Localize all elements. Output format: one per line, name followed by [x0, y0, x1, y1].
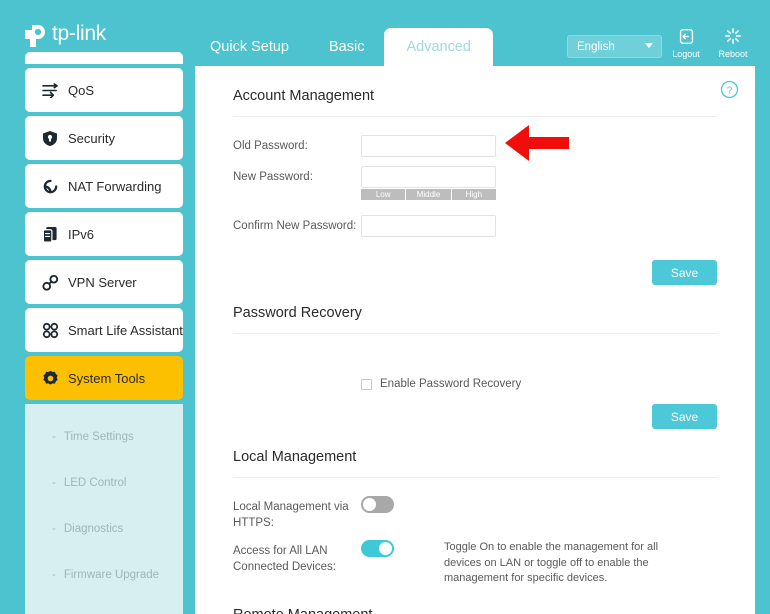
new-password-input[interactable]: [361, 166, 496, 188]
toggle-knob: [363, 498, 376, 511]
strength-middle: Middle: [406, 189, 452, 200]
svg-text:?: ?: [727, 85, 733, 96]
recovery-save-wrap: Save: [233, 390, 717, 449]
tplink-logo-text: tp-link: [52, 22, 106, 45]
smart-life-icon: [42, 322, 68, 339]
lan-access-label: Access for All LAN Connected Devices:: [233, 545, 336, 573]
sidebar-item-label: VPN Server: [68, 274, 137, 290]
section-divider: [233, 116, 717, 117]
account-management-section: Account Management Old Password: New Pas…: [233, 88, 717, 305]
main-nav: Quick Setup Basic Advanced: [190, 28, 493, 66]
tplink-logo-mark: [22, 21, 49, 48]
section-title: Account Management: [233, 88, 375, 104]
sidebar-subitem-label: Diagnostics: [63, 523, 124, 535]
section-title: Local Management: [233, 449, 357, 465]
sidebar-item-label: NAT Forwarding: [68, 178, 162, 194]
dash-marker: -: [52, 431, 56, 443]
lan-access-help-text: Toggle On to enable the management for a…: [444, 541, 659, 585]
confirm-password-label: Confirm New Password:: [233, 220, 357, 232]
tab-quick-setup[interactable]: Quick Setup: [190, 28, 309, 66]
tab-advanced[interactable]: Advanced: [384, 28, 493, 66]
section-divider: [233, 477, 717, 478]
lan-access-row: Access for All LAN Connected Devices: To…: [233, 540, 717, 587]
sidebar-item-label: System Tools: [68, 370, 146, 386]
password-strength-bar: Low Middle High: [361, 189, 496, 200]
sidebar-item-ipv6[interactable]: IPv6: [25, 212, 183, 256]
question-mark-icon[interactable]: ?: [720, 80, 739, 99]
shield-icon: [42, 130, 68, 147]
sidebar-item-label: Smart Life Assistant: [68, 322, 183, 338]
password-recovery-section: Password Recovery Enable Password Recove…: [233, 305, 717, 449]
sidebar-item-label: IPv6: [68, 226, 95, 242]
account-save-button[interactable]: Save: [652, 260, 717, 285]
sidebar: QoS Security NAT Forwarding IPv6 VPN Ser…: [0, 52, 195, 614]
reboot-label: Reboot: [718, 49, 748, 59]
sidebar-subitem-label: Firmware Upgrade: [63, 569, 160, 581]
old-password-input[interactable]: [361, 135, 496, 157]
tplink-logo: tp-link: [22, 19, 106, 49]
sidebar-subitem-led-control[interactable]: - LED Control: [25, 460, 183, 506]
https-toggle-row: Local Management via HTTPS:: [233, 496, 717, 531]
section-divider: [233, 333, 717, 334]
sidebar-subitem-diagnostics[interactable]: - Diagnostics: [25, 506, 183, 552]
sidebar-subitem-label: LED Control: [63, 477, 127, 489]
sidebar-submenu: - Time Settings - LED Control - Diagnost…: [25, 404, 183, 614]
sidebar-item-label: Security: [68, 130, 115, 146]
enable-password-recovery-checkbox[interactable]: [361, 378, 372, 390]
vpn-key-icon: [42, 274, 68, 291]
strength-low: Low: [361, 189, 407, 200]
lan-access-toggle[interactable]: [361, 540, 394, 558]
gear-icon: [42, 370, 68, 387]
sidebar-subitem-label: Time Settings: [63, 431, 134, 443]
strength-high: High: [451, 189, 496, 200]
https-label: Local Management via HTTPS:: [233, 501, 349, 529]
logout-label: Logout: [672, 49, 700, 59]
language-select[interactable]: English: [567, 35, 662, 58]
content-panel: ? Account Management Old Password: New P…: [195, 66, 755, 614]
account-save-wrap: Save: [233, 246, 717, 305]
enable-password-recovery-label: Enable Password Recovery: [380, 378, 522, 390]
sidebar-item-vpn-server[interactable]: VPN Server: [25, 260, 183, 304]
logout-icon: [665, 26, 707, 46]
enable-password-recovery-row: Enable Password Recovery: [233, 352, 717, 390]
logout-button[interactable]: Logout: [665, 26, 707, 59]
sidebar-item-label: QoS: [68, 82, 95, 98]
https-toggle[interactable]: [361, 496, 394, 513]
section-title: Remote Management: [233, 607, 717, 614]
qos-icon: [42, 82, 68, 98]
sidebar-item-nat-forwarding[interactable]: NAT Forwarding: [25, 164, 183, 208]
new-password-row: New Password: Low Middle High: [233, 166, 717, 206]
dash-marker: -: [52, 569, 56, 581]
confirm-password-row: Confirm New Password:: [233, 215, 717, 237]
section-title: Password Recovery: [233, 305, 362, 321]
old-password-label: Old Password:: [233, 140, 308, 152]
confirm-password-input[interactable]: [361, 215, 496, 237]
router-admin-page: tp-link Quick Setup Basic Advanced Engli…: [0, 0, 770, 614]
sidebar-item-qos[interactable]: QoS: [25, 68, 183, 112]
sidebar-item-partial-above[interactable]: [25, 52, 183, 64]
dash-marker: -: [52, 523, 56, 535]
dash-marker: -: [52, 477, 56, 489]
sidebar-item-system-tools[interactable]: System Tools: [25, 356, 183, 400]
new-password-label: New Password:: [233, 171, 313, 183]
tab-basic[interactable]: Basic: [309, 28, 384, 66]
sidebar-subitem-time-settings[interactable]: - Time Settings: [25, 414, 183, 460]
language-value: English: [577, 40, 615, 53]
toggle-knob: [379, 542, 392, 556]
reboot-icon: [712, 26, 754, 46]
sidebar-subitem-backup-restore[interactable]: - Backup & Restore: [25, 598, 183, 614]
old-password-row: Old Password:: [233, 135, 717, 157]
local-management-section: Local Management Local Management via HT…: [233, 449, 717, 587]
sidebar-item-smart-life-assistant[interactable]: Smart Life Assistant: [25, 308, 183, 352]
reboot-button[interactable]: Reboot: [712, 26, 754, 59]
nat-forwarding-icon: [42, 178, 68, 195]
ipv6-icon: [42, 226, 68, 243]
password-recovery-save-button[interactable]: Save: [652, 404, 717, 429]
chevron-down-icon: [645, 43, 653, 48]
sidebar-item-security[interactable]: Security: [25, 116, 183, 160]
remote-management-section: Remote Management Remote Management: Ena…: [233, 607, 717, 614]
sidebar-subitem-firmware-upgrade[interactable]: - Firmware Upgrade: [25, 552, 183, 598]
